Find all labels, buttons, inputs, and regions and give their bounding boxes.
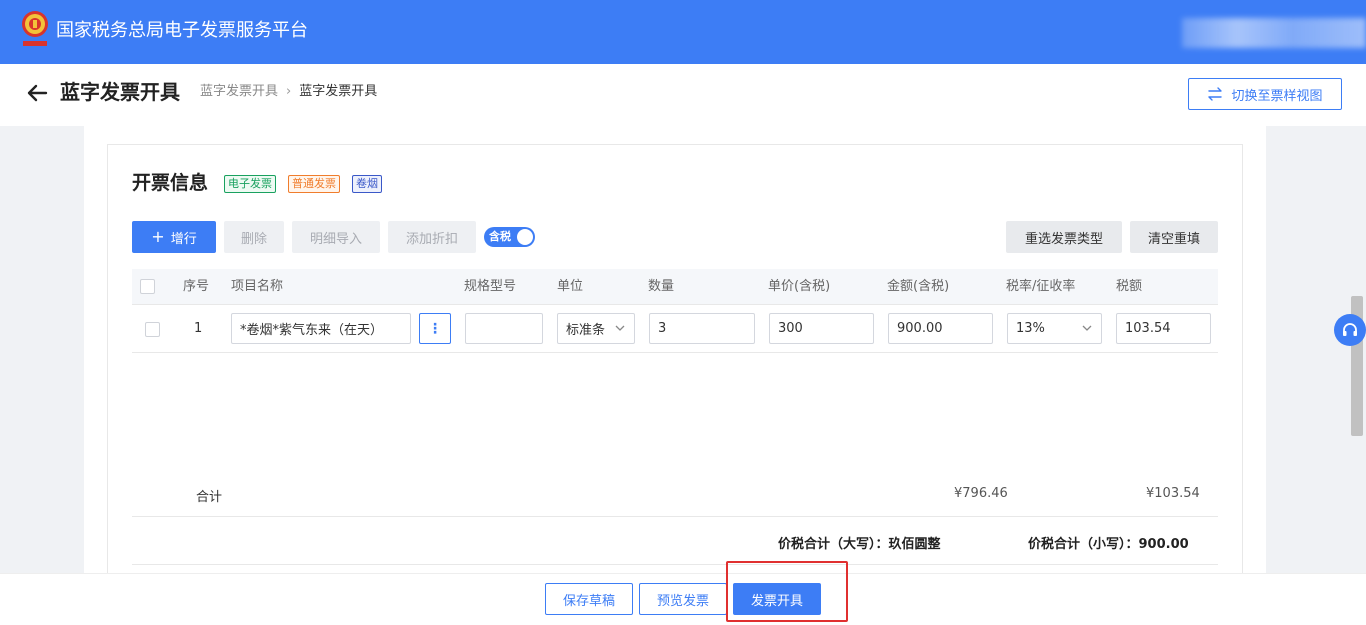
section-title: 开票信息 — [132, 172, 209, 194]
headset-icon — [1343, 323, 1357, 336]
sum-lower-label: 价税合计（小写）： — [1028, 537, 1139, 552]
amount-input[interactable]: 900.00 — [888, 313, 993, 344]
tax-included-toggle[interactable]: 含税 — [484, 227, 535, 247]
user-info-blurred[interactable] — [1182, 18, 1366, 48]
plus-icon: + — [151, 227, 165, 246]
switch-view-button[interactable]: 切换至票样视图 — [1188, 78, 1342, 110]
breadcrumb-separator-icon: › — [286, 84, 292, 99]
col-unit-price: 单价(含税) — [768, 279, 831, 294]
toggle-label: 含税 — [489, 230, 511, 243]
invoice-info-card — [107, 144, 1243, 584]
add-row-button[interactable]: + 增行 — [132, 221, 216, 253]
tax-amount-input[interactable]: 103.54 — [1116, 313, 1211, 344]
sum-lower: 价税合计（小写）：900.00 — [1028, 533, 1189, 552]
top-bar: 国家税务总局电子发票服务平台 — [0, 0, 1366, 64]
breadcrumb-current: 蓝字发票开具 — [299, 84, 378, 99]
chevron-down-icon — [1082, 325, 1092, 331]
app-title: 国家税务总局电子发票服务平台 — [56, 20, 308, 41]
row-divider — [132, 352, 1218, 353]
sum-lower-value: 900.00 — [1138, 537, 1189, 552]
sum-upper: 价税合计（大写）：玖佰圆整 — [778, 533, 941, 552]
preview-invoice-button[interactable]: 预览发票 — [639, 583, 727, 615]
row-index: 1 — [194, 321, 203, 336]
tag-cigarette: 卷烟 — [352, 175, 382, 193]
item-name-input[interactable]: *卷烟*紫气东来（在天） — [231, 313, 411, 344]
table-header: 序号 项目名称 规格型号 单位 数量 单价(含税) 金额(含税) 税率/征收率 … — [132, 269, 1218, 305]
clear-refill-button[interactable]: 清空重填 — [1130, 221, 1218, 253]
add-row-label: 增行 — [170, 231, 197, 247]
unit-select-value: 标准条 — [566, 323, 606, 338]
back-arrow-icon[interactable] — [24, 80, 50, 106]
quantity-input[interactable]: 3 — [649, 313, 755, 344]
row-checkbox[interactable] — [145, 322, 160, 337]
save-draft-button[interactable]: 保存草稿 — [545, 583, 633, 615]
sum-upper-value: 玖佰圆整 — [888, 537, 941, 552]
more-options-icon[interactable]: ⋮ — [419, 313, 451, 344]
breadcrumb-item[interactable]: 蓝字发票开具 — [200, 84, 278, 99]
unit-price-input[interactable]: 300 — [769, 313, 874, 344]
tag-general-invoice: 普通发票 — [288, 175, 340, 193]
add-discount-button[interactable]: 添加折扣 — [388, 221, 476, 253]
unit-select[interactable]: 标准条 — [557, 313, 635, 344]
col-index: 序号 — [183, 279, 210, 294]
col-amount: 金额(含税) — [887, 279, 950, 294]
tax-emblem-icon — [22, 11, 48, 46]
chevron-down-icon — [615, 325, 625, 331]
tag-electronic-invoice: 电子发票 — [224, 175, 276, 193]
tax-rate-select[interactable]: 13% — [1007, 313, 1102, 344]
select-all-checkbox[interactable] — [140, 279, 155, 294]
col-item-name: 项目名称 — [231, 279, 284, 294]
total-label: 合计 — [196, 490, 223, 505]
sum-divider — [132, 564, 1218, 565]
spec-input[interactable] — [465, 313, 543, 344]
headset-help-icon[interactable] — [1334, 314, 1366, 346]
toggle-knob — [517, 229, 533, 245]
total-amount: ¥796.46 — [954, 486, 1008, 501]
col-quantity: 数量 — [648, 279, 675, 294]
issue-invoice-button[interactable]: 发票开具 — [733, 583, 821, 615]
col-unit: 单位 — [557, 279, 584, 294]
page-title: 蓝字发票开具 — [60, 80, 180, 104]
switch-view-label: 切换至票样视图 — [1231, 88, 1323, 104]
col-tax: 税额 — [1116, 279, 1143, 294]
tax-rate-select-value: 13% — [1016, 321, 1045, 336]
total-tax: ¥103.54 — [1146, 486, 1200, 501]
sum-upper-label: 价税合计（大写）： — [778, 537, 889, 552]
delete-button[interactable]: 删除 — [224, 221, 284, 253]
col-spec: 规格型号 — [464, 279, 517, 294]
breadcrumb: 蓝字发票开具 › 蓝字发票开具 — [200, 82, 377, 102]
totals-divider — [132, 516, 1218, 517]
import-detail-button[interactable]: 明细导入 — [292, 221, 380, 253]
page-header: 蓝字发票开具 蓝字发票开具 › 蓝字发票开具 切换至票样视图 — [0, 64, 1366, 126]
col-tax-rate: 税率/征收率 — [1006, 279, 1076, 294]
reselect-invoice-type-button[interactable]: 重选发票类型 — [1006, 221, 1122, 253]
swap-icon — [1208, 87, 1223, 101]
